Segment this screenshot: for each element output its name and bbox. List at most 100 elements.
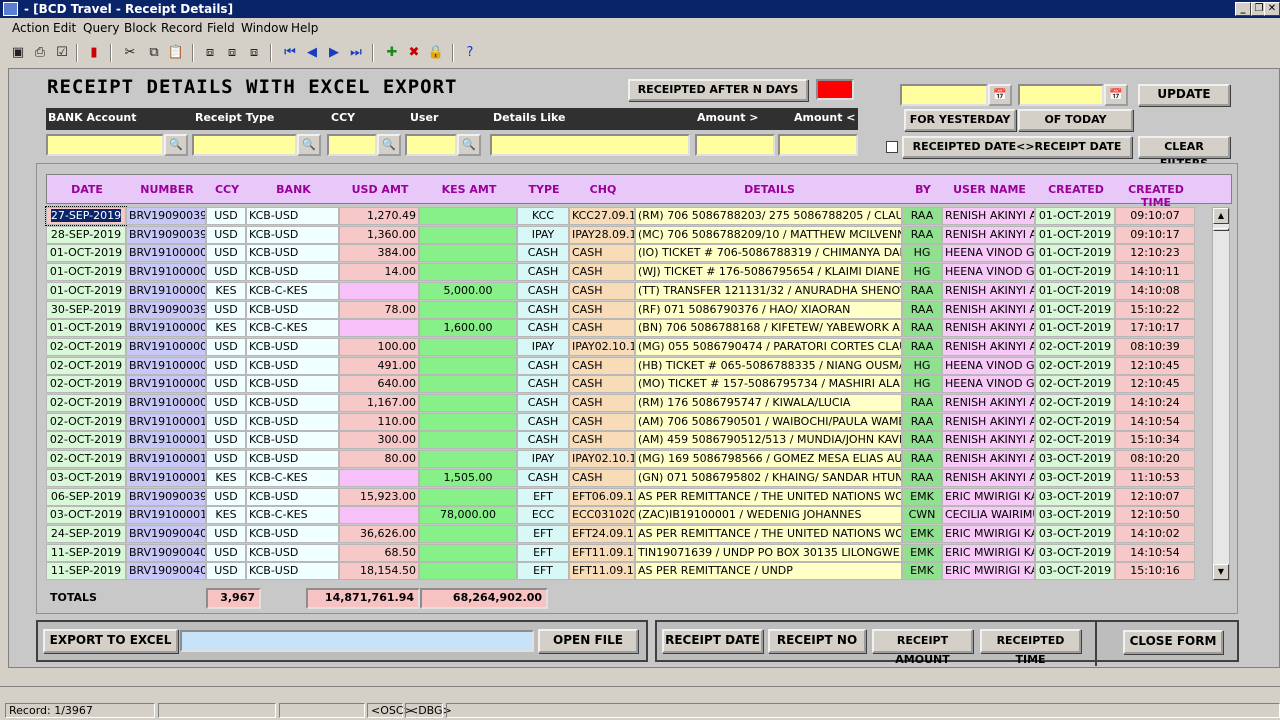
cell-date[interactable]: 24-SEP-2019	[46, 524, 126, 543]
cell-date[interactable]: 06-SEP-2019	[46, 487, 126, 506]
cell-chq[interactable]: CASH	[569, 394, 635, 412]
cell-created-time[interactable]: 14:10:54	[1115, 543, 1195, 562]
cell-number[interactable]: BRV191000005	[126, 337, 206, 356]
close-window-button[interactable]: ✕	[1264, 2, 1280, 16]
cell-chq[interactable]: CASH	[569, 375, 635, 394]
cell-details[interactable]: (MG) 169 5086798566 / GOMEZ MESA ELIAS A…	[635, 450, 902, 469]
cell-ccy[interactable]: USD	[206, 225, 246, 244]
cell-bank[interactable]: KCB-USD	[246, 225, 339, 244]
cell-bank[interactable]: KCB-USD	[246, 337, 339, 356]
cell-chq[interactable]: CASH	[569, 412, 635, 431]
col-user-name[interactable]: USER NAME	[943, 183, 1036, 196]
cell-kes-amt[interactable]	[419, 487, 517, 506]
cell-number[interactable]: BRV191000004	[126, 319, 206, 338]
cell-type[interactable]: CASH	[517, 375, 569, 394]
col-created[interactable]: CREATED	[1036, 183, 1116, 196]
cell-number[interactable]: BRV191000003	[126, 281, 206, 300]
cell-usd-amt[interactable]: 491.00	[339, 356, 419, 375]
cell-created-time[interactable]: 12:10:23	[1115, 244, 1195, 263]
cell-kes-amt[interactable]	[419, 431, 517, 450]
cell-number[interactable]: BRV191000002	[126, 263, 206, 282]
cell-created-time[interactable]: 14:10:24	[1115, 394, 1195, 412]
cell-created-time[interactable]: 15:10:16	[1115, 562, 1195, 581]
cell-number[interactable]: BRV191000008	[126, 375, 206, 394]
cell-details[interactable]: (WJ) TICKET # 176-5086795654 / KLAIMI DI…	[635, 263, 902, 282]
cell-created[interactable]: 01-OCT-2019	[1035, 300, 1115, 319]
cell-created[interactable]: 03-OCT-2019	[1035, 506, 1115, 525]
bank-account-field[interactable]	[46, 134, 164, 156]
cell-chq[interactable]: IPAY28.09.19	[569, 225, 635, 244]
cell-ccy[interactable]: USD	[206, 562, 246, 581]
cell-usd-amt[interactable]	[339, 319, 419, 338]
cell-details[interactable]: TIN19071639 / UNDP PO BOX 30135 LILONGWE	[635, 543, 902, 562]
cell-ccy[interactable]: USD	[206, 375, 246, 394]
cell-date[interactable]: 01-OCT-2019	[46, 263, 126, 282]
cell-kes-amt[interactable]	[419, 412, 517, 431]
cell-chq[interactable]: EFT06.09.19	[569, 487, 635, 506]
cell-ccy[interactable]: USD	[206, 543, 246, 562]
cell-type[interactable]: CASH	[517, 412, 569, 431]
cell-ccy[interactable]: USD	[206, 207, 246, 225]
menu-help[interactable]: Help	[291, 21, 318, 35]
cell-ccy[interactable]: USD	[206, 412, 246, 431]
cell-details[interactable]: (IO) TICKET # 706-5086788319 / CHIMANYA …	[635, 244, 902, 263]
cell-number[interactable]: BRV190900394	[126, 207, 206, 225]
cell-ccy[interactable]: KES	[206, 319, 246, 338]
cell-usd-amt[interactable]: 15,923.00	[339, 487, 419, 506]
cell-created[interactable]: 03-OCT-2019	[1035, 468, 1115, 487]
cell-date[interactable]: 03-OCT-2019	[46, 506, 126, 525]
cell-type[interactable]: CASH	[517, 356, 569, 375]
receipt-type-field[interactable]	[192, 134, 297, 156]
cell-date[interactable]: 28-SEP-2019	[46, 225, 126, 244]
date-to-picker-icon[interactable]: 📅	[1104, 84, 1128, 106]
cell-date[interactable]: 02-OCT-2019	[46, 337, 126, 356]
cell-usd-amt[interactable]: 14.00	[339, 263, 419, 282]
cell-by[interactable]: RAA	[902, 337, 942, 356]
cell-created-time[interactable]: 14:10:11	[1115, 263, 1195, 282]
cell-type[interactable]: ECC	[517, 506, 569, 525]
cell-date[interactable]: 03-OCT-2019	[46, 468, 126, 487]
cell-ccy[interactable]: KES	[206, 281, 246, 300]
cell-ccy[interactable]: USD	[206, 524, 246, 543]
cell-type[interactable]: CASH	[517, 431, 569, 450]
first-record-icon[interactable]: ⏮	[280, 43, 300, 63]
for-yesterday-button[interactable]: FOR YESTERDAY	[904, 109, 1016, 131]
scroll-thumb[interactable]	[1213, 228, 1229, 231]
cell-created[interactable]: 03-OCT-2019	[1035, 543, 1115, 562]
cell-created[interactable]: 02-OCT-2019	[1035, 356, 1115, 375]
cell-type[interactable]: CASH	[517, 263, 569, 282]
cell-ccy[interactable]: USD	[206, 244, 246, 263]
cell-by[interactable]: RAA	[902, 431, 942, 450]
cell-by[interactable]: RAA	[902, 468, 942, 487]
cell-details[interactable]: (ZAC)IB19100001 / WEDENIG JOHANNES	[635, 506, 902, 525]
sort-receipt-no-button[interactable]: RECEIPT NO	[768, 629, 866, 653]
date-to-field[interactable]	[1018, 84, 1104, 106]
amount-gt-field[interactable]	[695, 134, 775, 156]
cell-by[interactable]: RAA	[902, 319, 942, 338]
cell-user-name[interactable]: RENISH AKINYI AC	[942, 225, 1035, 244]
cell-usd-amt[interactable]: 78.00	[339, 300, 419, 319]
cell-ccy[interactable]: USD	[206, 300, 246, 319]
cell-number[interactable]: BRV191000007	[126, 356, 206, 375]
cell-bank[interactable]: KCB-C-KES	[246, 506, 339, 525]
cell-details[interactable]: (BN) 706 5086788168 / KIFETEW/ YABEWORK …	[635, 319, 902, 338]
cell-kes-amt[interactable]	[419, 263, 517, 282]
receipted-date-vs-receipt-date-button[interactable]: RECEIPTED DATE<>RECEIPT DATE	[902, 136, 1132, 158]
help-icon[interactable]: ?	[460, 43, 480, 63]
cell-type[interactable]: IPAY	[517, 450, 569, 469]
cell-user-name[interactable]: HEENA VINOD GOS	[942, 244, 1035, 263]
cell-type[interactable]: IPAY	[517, 225, 569, 244]
cell-details[interactable]: (HB) TICKET # 065-5086788335 / NIANG OUS…	[635, 356, 902, 375]
cell-type[interactable]: EFT	[517, 524, 569, 543]
col-usd-amt[interactable]: USD AMT	[340, 183, 420, 196]
cell-details[interactable]: (TT) TRANSFER 121131/32 / ANURADHA SHENO…	[635, 281, 902, 300]
cell-number[interactable]: BRV190900398	[126, 487, 206, 506]
cell-type[interactable]: CASH	[517, 468, 569, 487]
cell-usd-amt[interactable]: 1,360.00	[339, 225, 419, 244]
cell-number[interactable]: BRV190900402	[126, 524, 206, 543]
sort-receipt-amount-button[interactable]: RECEIPT AMOUNT	[872, 629, 973, 666]
cell-bank[interactable]: KCB-USD	[246, 524, 339, 543]
cancel-query-icon[interactable]: ⧈	[244, 43, 264, 63]
sort-receipted-time-button[interactable]: RECEIPTED TIME	[980, 629, 1081, 666]
cell-details[interactable]: (MG) 055 5086790474 / PARATORI CORTES CL…	[635, 337, 902, 356]
